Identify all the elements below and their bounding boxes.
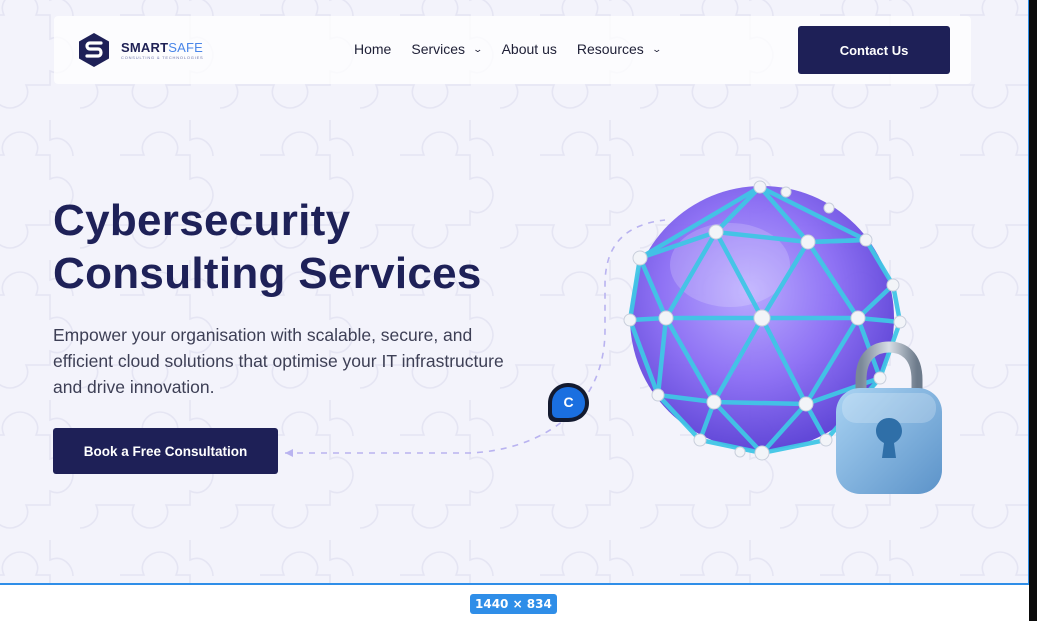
dashed-connector-path	[285, 219, 666, 457]
artboard: SMARTSAFE CONSULTING & TECHNOLOGIES Home…	[0, 0, 1029, 583]
cursor-initial: C	[563, 394, 574, 410]
editor-dark-edge	[1029, 0, 1037, 621]
hero-illustration	[285, 180, 942, 494]
arrowhead-left-icon	[285, 449, 293, 457]
selection-outline-bottom	[0, 583, 1030, 585]
artboard-size-badge: 1440 × 834	[470, 594, 557, 614]
